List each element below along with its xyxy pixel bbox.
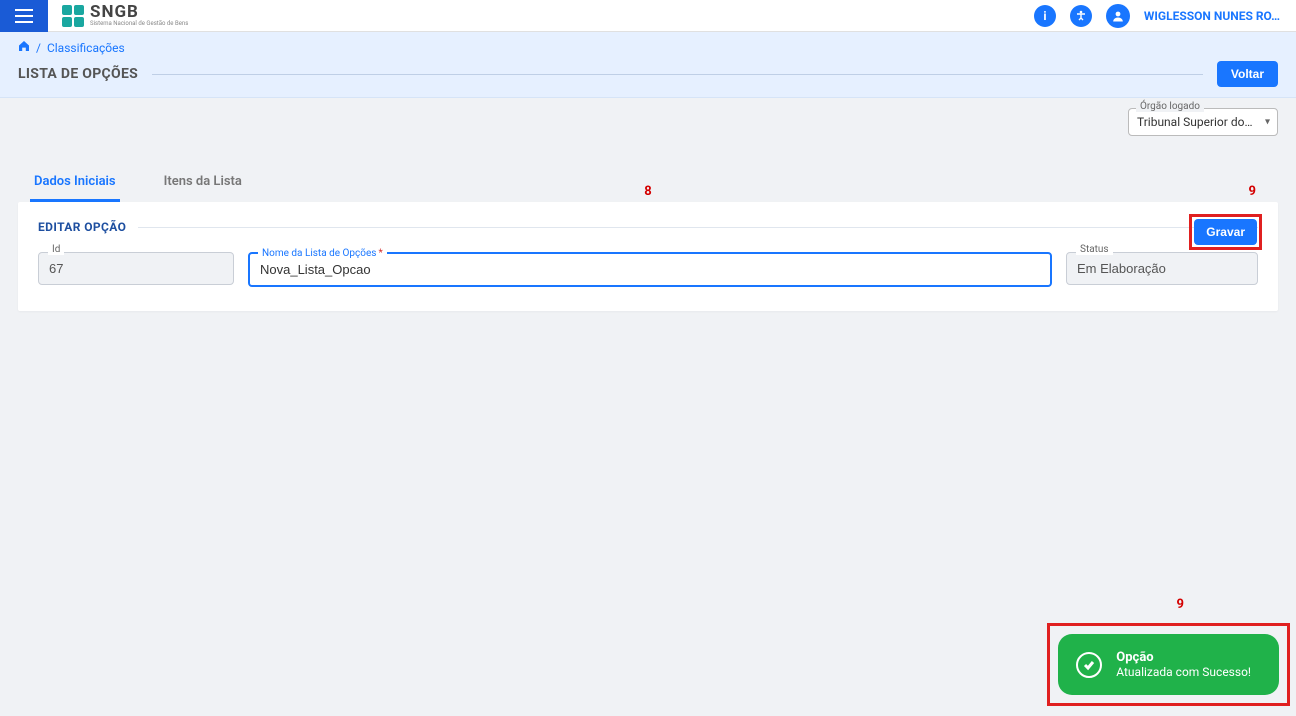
id-input [38,252,234,285]
info-icon[interactable]: i [1034,5,1056,27]
nome-highlight: Nome da Lista de Opções* [248,252,1052,287]
status-input [1066,252,1258,285]
page-title: LISTA DE OPÇÕES [18,66,138,82]
gravar-button[interactable]: Gravar [1194,219,1257,245]
chevron-down-icon: ▾ [1265,117,1270,128]
title-divider [152,74,1203,75]
section-divider [138,227,1258,228]
logo-mark-icon [62,5,84,27]
annotation-9a: 9 [1249,184,1256,199]
status-label: Status [1076,244,1113,255]
success-toast: Opção Atualizada com Sucesso! [1058,634,1279,695]
edit-card: 8 9 EDITAR OPÇÃO Gravar Id Nome da Lista… [18,202,1278,311]
toast-message: Atualizada com Sucesso! [1116,665,1251,679]
menu-icon [15,9,33,23]
menu-button[interactable] [0,0,48,32]
sub-header: / Classificações LISTA DE OPÇÕES Voltar [0,32,1296,98]
user-avatar-icon[interactable] [1106,4,1130,28]
section-title: EDITAR OPÇÃO [38,220,126,234]
home-icon [18,40,30,52]
app-tagline: Sistema Nacional de Gestão de Bens [90,21,188,27]
breadcrumb: / Classificações [18,40,1278,55]
toast-title: Opção [1116,650,1251,665]
check-icon [1076,652,1102,678]
orgao-select[interactable]: Órgão logado Tribunal Superior do Tra… ▾ [1128,108,1278,136]
gravar-highlight: Gravar [1189,214,1262,250]
id-label: Id [48,244,64,255]
orgao-label: Órgão logado [1136,101,1204,112]
orgao-value: Tribunal Superior do Tra… [1128,108,1278,136]
annotation-8: 8 [644,184,651,199]
nome-label: Nome da Lista de Opções* [258,248,387,259]
toast-highlight: Opção Atualizada com Sucesso! [1047,623,1290,706]
tab-dados-iniciais[interactable]: Dados Iniciais [30,166,120,202]
accessibility-icon[interactable] [1070,5,1092,27]
tab-itens-da-lista[interactable]: Itens da Lista [160,166,246,202]
annotation-9b: 9 [1177,597,1184,612]
back-button[interactable]: Voltar [1217,61,1278,87]
status-field: Status [1066,252,1258,285]
nome-field-wrap: Nome da Lista de Opções* [248,252,1052,287]
app-logo: SNGB Sistema Nacional de Gestão de Bens [62,4,188,27]
breadcrumb-current[interactable]: Classificações [47,41,125,55]
breadcrumb-sep: / [36,41,41,55]
top-bar: SNGB Sistema Nacional de Gestão de Bens … [0,0,1296,32]
app-name: SNGB [90,4,188,21]
breadcrumb-home[interactable] [18,40,30,55]
id-field: Id [38,252,234,285]
user-name[interactable]: WIGLESSON NUNES RO… [1144,9,1280,23]
